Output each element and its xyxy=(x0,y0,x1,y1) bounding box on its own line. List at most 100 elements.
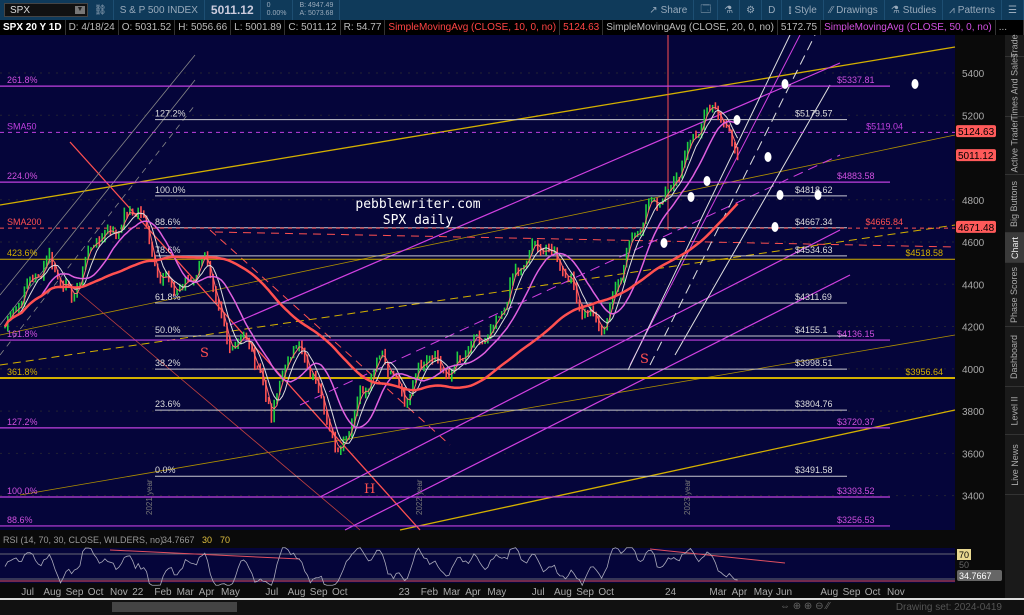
gold-level-price: $3956.64 xyxy=(905,367,943,377)
white-fib-price: $3804.76 xyxy=(795,399,833,409)
target-dot[interactable] xyxy=(911,79,919,89)
rsi-upper: 70 xyxy=(220,535,230,545)
bar-high: H: 5056.66 xyxy=(175,20,232,35)
tab-active-trader[interactable]: Active Trader xyxy=(1005,117,1024,175)
tab-label: Dashboard xyxy=(1009,334,1020,379)
chart-period: SPX 20 Y 1D xyxy=(0,20,66,35)
bar-range: R: 54.77 xyxy=(341,20,386,35)
magenta-fib-price: $3393.52 xyxy=(837,486,875,496)
x-tick-label: Feb xyxy=(421,587,439,598)
magenta-fib-pct: 127.2% xyxy=(7,417,38,427)
target-dot[interactable] xyxy=(703,176,711,186)
magenta-fib-price: $5337.81 xyxy=(837,75,875,85)
x-tick-label: Nov xyxy=(110,587,128,598)
patterns-button[interactable]: ⩘ Patterns xyxy=(943,0,1003,20)
tab-label: Level II xyxy=(1009,395,1020,426)
x-tick-label: Aug xyxy=(288,587,306,598)
drawings-button[interactable]: ⁄⁄ Drawings xyxy=(824,0,885,20)
drawing-set[interactable]: Drawing set: 2024-0419 xyxy=(896,602,1002,613)
x-tick-label: Sep xyxy=(310,587,328,598)
time-scrollbar[interactable] xyxy=(112,602,237,612)
study-sma20-value: 5172.75 xyxy=(778,20,822,35)
target-dot[interactable] xyxy=(814,190,822,200)
net-change: 0 0.00% xyxy=(261,0,294,20)
tab-label: Live News xyxy=(1009,443,1020,486)
price-badge-text: 4671.48 xyxy=(958,223,995,234)
target-dot[interactable] xyxy=(776,190,784,200)
price-badge-text: 5124.63 xyxy=(958,127,995,138)
y-tick-label: 3800 xyxy=(962,407,985,418)
study-sma50[interactable]: SimpleMovingAvg (CLOSE, 50, 0, no) xyxy=(821,20,996,35)
white-fib-pct: 127.2% xyxy=(155,109,186,119)
rsi-value: 34.7667 xyxy=(162,535,195,545)
tab-dashboard[interactable]: Dashboard xyxy=(1005,327,1024,387)
study-sma10[interactable]: SimpleMovingAvg (CLOSE, 10, 0, no) xyxy=(385,20,561,35)
chevron-down-icon[interactable]: ▼ xyxy=(75,6,85,14)
target-dot[interactable] xyxy=(733,115,741,125)
more-studies[interactable]: ... xyxy=(996,20,1024,35)
x-tick-label: Oct xyxy=(865,587,881,598)
white-fib-pct: 100.0% xyxy=(155,185,186,195)
white-fib-price: $4155.1 xyxy=(795,325,828,335)
magenta-fib-price: $3256.53 xyxy=(837,515,875,525)
target-dot[interactable] xyxy=(781,79,789,89)
rsi-tick-70: 70 xyxy=(959,550,969,560)
target-dot[interactable] xyxy=(660,238,668,248)
zoom-tools-icon[interactable]: ⇔ ⊕ ⊕ ⊖ ⁄⁄ xyxy=(780,601,830,612)
style-button[interactable]: ⫾ Style xyxy=(782,0,824,20)
magenta-fib-price: $4136.15 xyxy=(837,329,875,339)
x-tick-label: Apr xyxy=(732,587,748,598)
x-tick-label: Aug xyxy=(43,587,61,598)
gear-icon[interactable]: ⚙ xyxy=(740,0,763,20)
rsi-value-badge-text: 34.7667 xyxy=(959,571,992,581)
bottom-toolbar: ⇔ ⊕ ⊕ ⊖ ⁄⁄ Drawing set: 2024-0419 xyxy=(0,598,1024,615)
link-icon[interactable]: ⛓ xyxy=(88,0,114,20)
studies-button[interactable]: ⚗ Studies xyxy=(885,0,944,20)
x-tick-label: Aug xyxy=(554,587,572,598)
x-tick-label: Oct xyxy=(332,587,348,598)
last-price: 5011.12 xyxy=(205,0,261,20)
x-tick-label: Mar xyxy=(443,587,461,598)
price-chart[interactable]: 261.8% $5337.81 224.0% $4883.58 161.8% $4136.… xyxy=(0,35,1005,598)
tab-level-ii[interactable]: Level II xyxy=(1005,387,1024,435)
white-fib-price: $3491.58 xyxy=(795,465,833,475)
symbol-input[interactable]: SPX ▼ xyxy=(4,3,88,17)
instrument-name: S & P 500 INDEX xyxy=(114,0,205,20)
tab-big-buttons[interactable]: Big Buttons xyxy=(1005,175,1024,233)
gold-level-label: 423.6% xyxy=(7,248,38,258)
head-label: H xyxy=(364,482,375,497)
tab-label: Big Buttons xyxy=(1009,180,1020,227)
target-dot[interactable] xyxy=(764,152,772,162)
flask-icon[interactable]: ⚗ xyxy=(718,0,741,20)
magenta-fib-price: $4883.58 xyxy=(837,171,875,181)
target-dot[interactable] xyxy=(687,192,695,202)
magenta-fib-pct: 261.8% xyxy=(7,75,38,85)
bar-date: D: 4/18/24 xyxy=(66,20,119,35)
tab-label: Active Trader xyxy=(1009,118,1020,173)
rsi-label[interactable]: RSI (14, 70, 30, CLOSE, WILDERS, no) xyxy=(3,535,163,545)
tab-times-and-sales[interactable]: Times And Sales xyxy=(1005,53,1024,120)
alert-icon[interactable]: 🗔 xyxy=(694,0,719,20)
x-tick-label: May xyxy=(487,587,506,598)
tab-phase-scores[interactable]: Phase Scores xyxy=(1005,263,1024,327)
timeframe-button[interactable]: D xyxy=(762,0,783,20)
x-tick-label: 22 xyxy=(132,587,144,598)
x-tick-label: Oct xyxy=(598,587,614,598)
white-fib-price: $3998.51 xyxy=(795,358,833,368)
tab-chart[interactable]: Chart xyxy=(1005,233,1024,263)
white-fib-pct: 23.6% xyxy=(155,399,181,409)
white-fib-price: $4534.63 xyxy=(795,245,833,255)
menu-icon[interactable]: ☰ xyxy=(1002,0,1024,20)
magenta-fib-pct: 100.0% xyxy=(7,486,38,496)
x-tick-label: Jun xyxy=(776,587,792,598)
tab-live-news[interactable]: Live News xyxy=(1005,435,1024,495)
y-tick-label: 4400 xyxy=(962,280,985,291)
study-sma20[interactable]: SimpleMovingAvg (CLOSE, 20, 0, no) xyxy=(603,20,778,35)
white-fib-price: $4311.69 xyxy=(795,292,832,302)
magenta-fib-pct: 161.8% xyxy=(7,329,38,339)
y-tick-label: 4000 xyxy=(962,365,985,376)
x-tick-label: Nov xyxy=(887,587,905,598)
target-dot[interactable] xyxy=(771,222,779,232)
share-button[interactable]: ↗ Share xyxy=(643,0,695,20)
y-tick-label: 4800 xyxy=(962,196,985,207)
